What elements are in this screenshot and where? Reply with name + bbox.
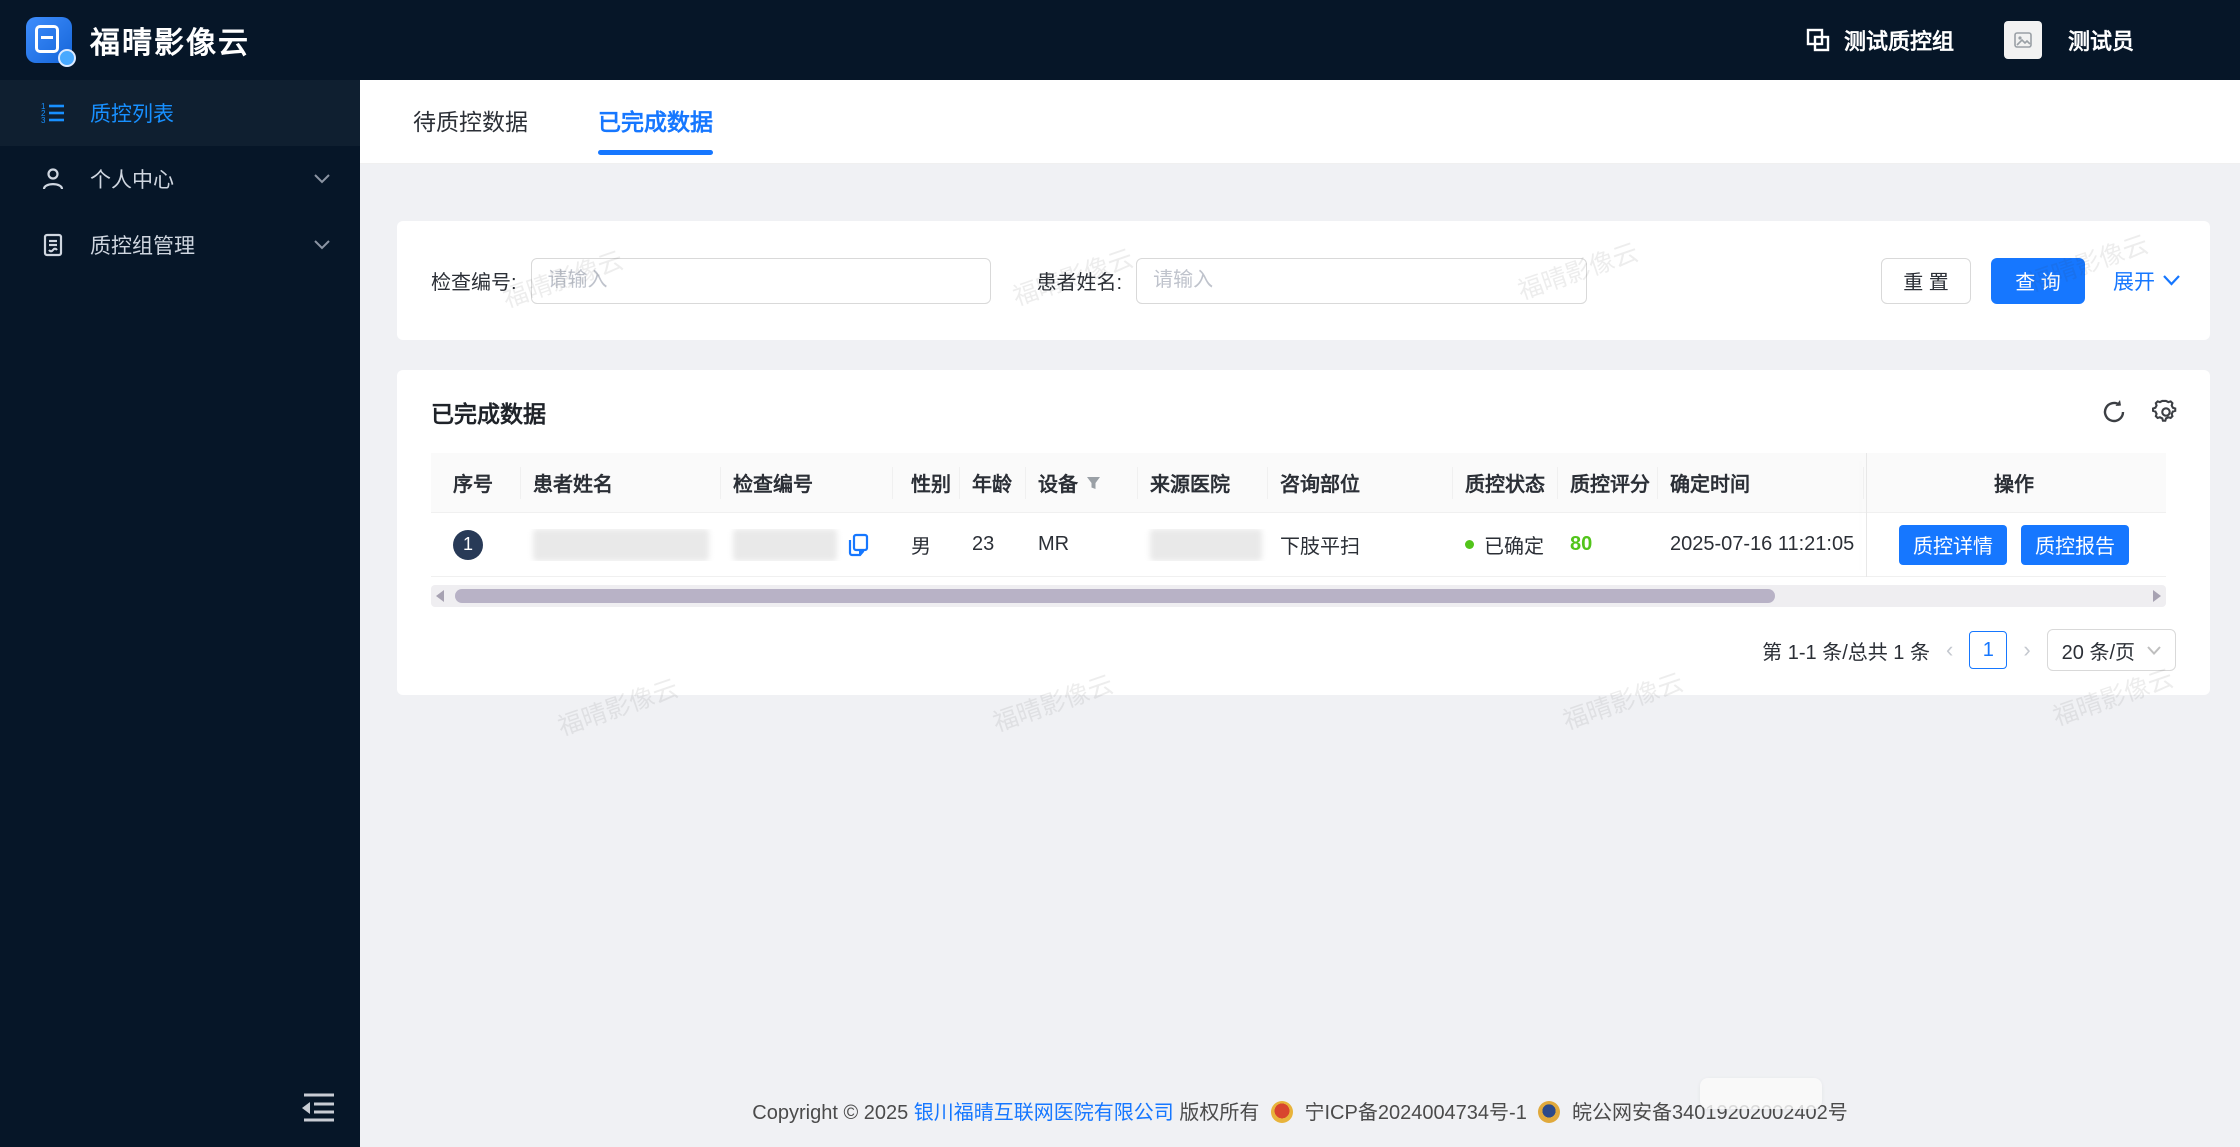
col-exam-no: 检查编号 xyxy=(721,466,893,499)
status-dot xyxy=(1465,540,1474,549)
app-logo-icon xyxy=(26,17,76,67)
col-qc-score: 质控评分 xyxy=(1558,466,1658,499)
cell-score: 80 xyxy=(1570,533,1593,555)
filter-funnel-icon[interactable] xyxy=(1086,476,1101,490)
col-age: 年龄 xyxy=(960,466,1026,499)
page: 福晴影像云 测试质控组 测试员 123 质控列表 个人中心 质控组管理 待质控数… xyxy=(0,0,2240,1147)
scroll-left-arrow[interactable] xyxy=(436,590,444,602)
redacted-exam-no xyxy=(733,528,837,561)
refresh-icon[interactable] xyxy=(2100,398,2128,426)
col-actions: 操作 xyxy=(1994,474,2034,496)
emblem-badge-icon xyxy=(1270,1101,1293,1123)
top-header: 福晴影像云 测试质控组 测试员 xyxy=(0,0,2240,80)
app-title: 福晴影像云 xyxy=(90,27,250,60)
table-row[interactable]: 1 男 23 MR 下肢平扫 已确定 80 2025-07-16 11:21:0… xyxy=(431,513,2166,577)
cell-age: 23 xyxy=(972,533,995,555)
sidebar-item-qc-group-mgmt[interactable]: 质控组管理 xyxy=(0,212,360,278)
pagination-summary: 第 1-1 条/总共 1 条 xyxy=(1762,641,1930,664)
redacted-hospital xyxy=(1150,528,1262,561)
tab-completed-data[interactable]: 已完成数据 xyxy=(598,80,713,164)
sidebar-item-label: 质控列表 xyxy=(90,103,174,126)
col-qc-status: 质控状态 xyxy=(1453,466,1558,499)
search-button[interactable]: 查 询 xyxy=(1991,257,2085,304)
sidebar: 123 质控列表 个人中心 质控组管理 xyxy=(0,80,360,1147)
patient-name-label: 患者姓名: xyxy=(1036,272,1123,294)
chevron-down-icon xyxy=(2163,275,2180,286)
qc-group-switcher[interactable]: 测试质控组 xyxy=(1804,24,1954,56)
company-link[interactable]: 银川福晴互联网医院有限公司 xyxy=(914,1102,1174,1124)
rights-text: 版权所有 xyxy=(1179,1102,1260,1124)
police-badge-icon xyxy=(1538,1101,1561,1123)
sidebar-collapse-icon[interactable] xyxy=(298,1091,338,1123)
col-source-hospital: 来源医院 xyxy=(1138,466,1268,499)
sidebar-item-personal-center[interactable]: 个人中心 xyxy=(0,146,360,212)
avatar[interactable] xyxy=(2003,21,2042,59)
footer: Copyright © 2025 银川福晴互联网医院有限公司 版权所有 宁ICP… xyxy=(360,1096,2240,1125)
pagination: 第 1-1 条/总共 1 条 ‹ 1 › 20 条/页 xyxy=(397,607,2210,671)
sidebar-item-label: 质控组管理 xyxy=(90,235,195,258)
qc-group-name: 测试质控组 xyxy=(1843,29,1954,54)
cell-confirm-time: 2025-07-16 11:21:05 xyxy=(1670,533,1855,555)
brand[interactable]: 福晴影像云 xyxy=(0,17,360,67)
group-switch-icon xyxy=(1804,26,1832,54)
next-page-icon[interactable]: › xyxy=(2023,637,2030,663)
redacted-patient-name xyxy=(533,528,709,561)
exam-no-input[interactable] xyxy=(530,257,991,304)
cell-device: MR xyxy=(1038,533,1070,555)
page-size-select[interactable]: 20 条/页 xyxy=(2046,629,2176,671)
fixed-column-divider xyxy=(1866,453,1867,577)
col-confirm-time: 确定时间 xyxy=(1658,466,1864,499)
tab-pending-data[interactable]: 待质控数据 xyxy=(413,80,528,164)
image-placeholder-icon xyxy=(2014,32,2032,48)
completed-data-table: 序号 患者姓名 检查编号 性别 年龄 设备 来源医院 咨询部位 质控状态 质控评… xyxy=(431,453,2166,577)
horizontal-scrollbar[interactable] xyxy=(431,585,2166,607)
expand-toggle[interactable]: 展开 xyxy=(2113,266,2180,296)
sidebar-item-qc-list[interactable]: 123 质控列表 xyxy=(0,80,360,146)
prev-page-icon[interactable]: ‹ xyxy=(1946,637,1953,663)
ordered-list-icon: 123 xyxy=(40,100,66,126)
chevron-down-icon xyxy=(2147,645,2161,655)
svg-text:3: 3 xyxy=(41,116,46,125)
qc-report-button[interactable]: 质控报告 xyxy=(2021,524,2129,565)
copy-icon[interactable] xyxy=(847,533,869,557)
main-content: 待质控数据 已完成数据 检查编号: 患者姓名: 重 置 查 询 展开 已完成数据 xyxy=(360,80,2240,1147)
page-number[interactable]: 1 xyxy=(1969,631,2008,669)
user-icon xyxy=(40,166,66,192)
panel-title: 已完成数据 xyxy=(431,400,546,427)
col-gender: 性别 xyxy=(893,466,960,499)
col-device: 设备 xyxy=(1026,466,1138,499)
filter-card: 检查编号: 患者姓名: 重 置 查 询 展开 xyxy=(397,221,2210,340)
document-icon xyxy=(40,232,66,258)
tab-bar: 待质控数据 已完成数据 xyxy=(360,80,2240,164)
chevron-down-icon xyxy=(314,174,330,184)
cell-body-part: 下肢平扫 xyxy=(1280,536,1360,558)
col-consult-part: 咨询部位 xyxy=(1268,466,1453,499)
col-patient-name: 患者姓名 xyxy=(521,466,721,499)
sidebar-item-label: 个人中心 xyxy=(90,169,174,192)
chevron-down-icon xyxy=(314,240,330,250)
gear-icon[interactable] xyxy=(2152,398,2180,426)
reset-button[interactable]: 重 置 xyxy=(1881,257,1971,304)
footer-overlay-chip xyxy=(1700,1078,1822,1109)
table-header-row: 序号 患者姓名 检查编号 性别 年龄 设备 来源医院 咨询部位 质控状态 质控评… xyxy=(431,453,2166,513)
patient-name-input[interactable] xyxy=(1136,257,1588,304)
copyright-text: Copyright © 2025 xyxy=(752,1102,909,1124)
scroll-right-arrow[interactable] xyxy=(2153,590,2161,602)
qc-detail-button[interactable]: 质控详情 xyxy=(1899,524,2007,565)
col-seq: 序号 xyxy=(431,466,521,499)
icp-number: 宁ICP备2024004734号-1 xyxy=(1304,1102,1527,1124)
scrollbar-thumb[interactable] xyxy=(455,589,1775,603)
exam-no-label: 检查编号: xyxy=(431,272,517,294)
user-name[interactable]: 测试员 xyxy=(2068,24,2134,56)
row-seq-badge: 1 xyxy=(453,529,483,560)
completed-data-card: 已完成数据 序号 患者姓名 检查编号 性别 年龄 设备 来源医院 咨询部位 质控… xyxy=(397,370,2210,695)
cell-gender: 男 xyxy=(911,536,931,558)
cell-status: 已确定 xyxy=(1453,530,1558,559)
